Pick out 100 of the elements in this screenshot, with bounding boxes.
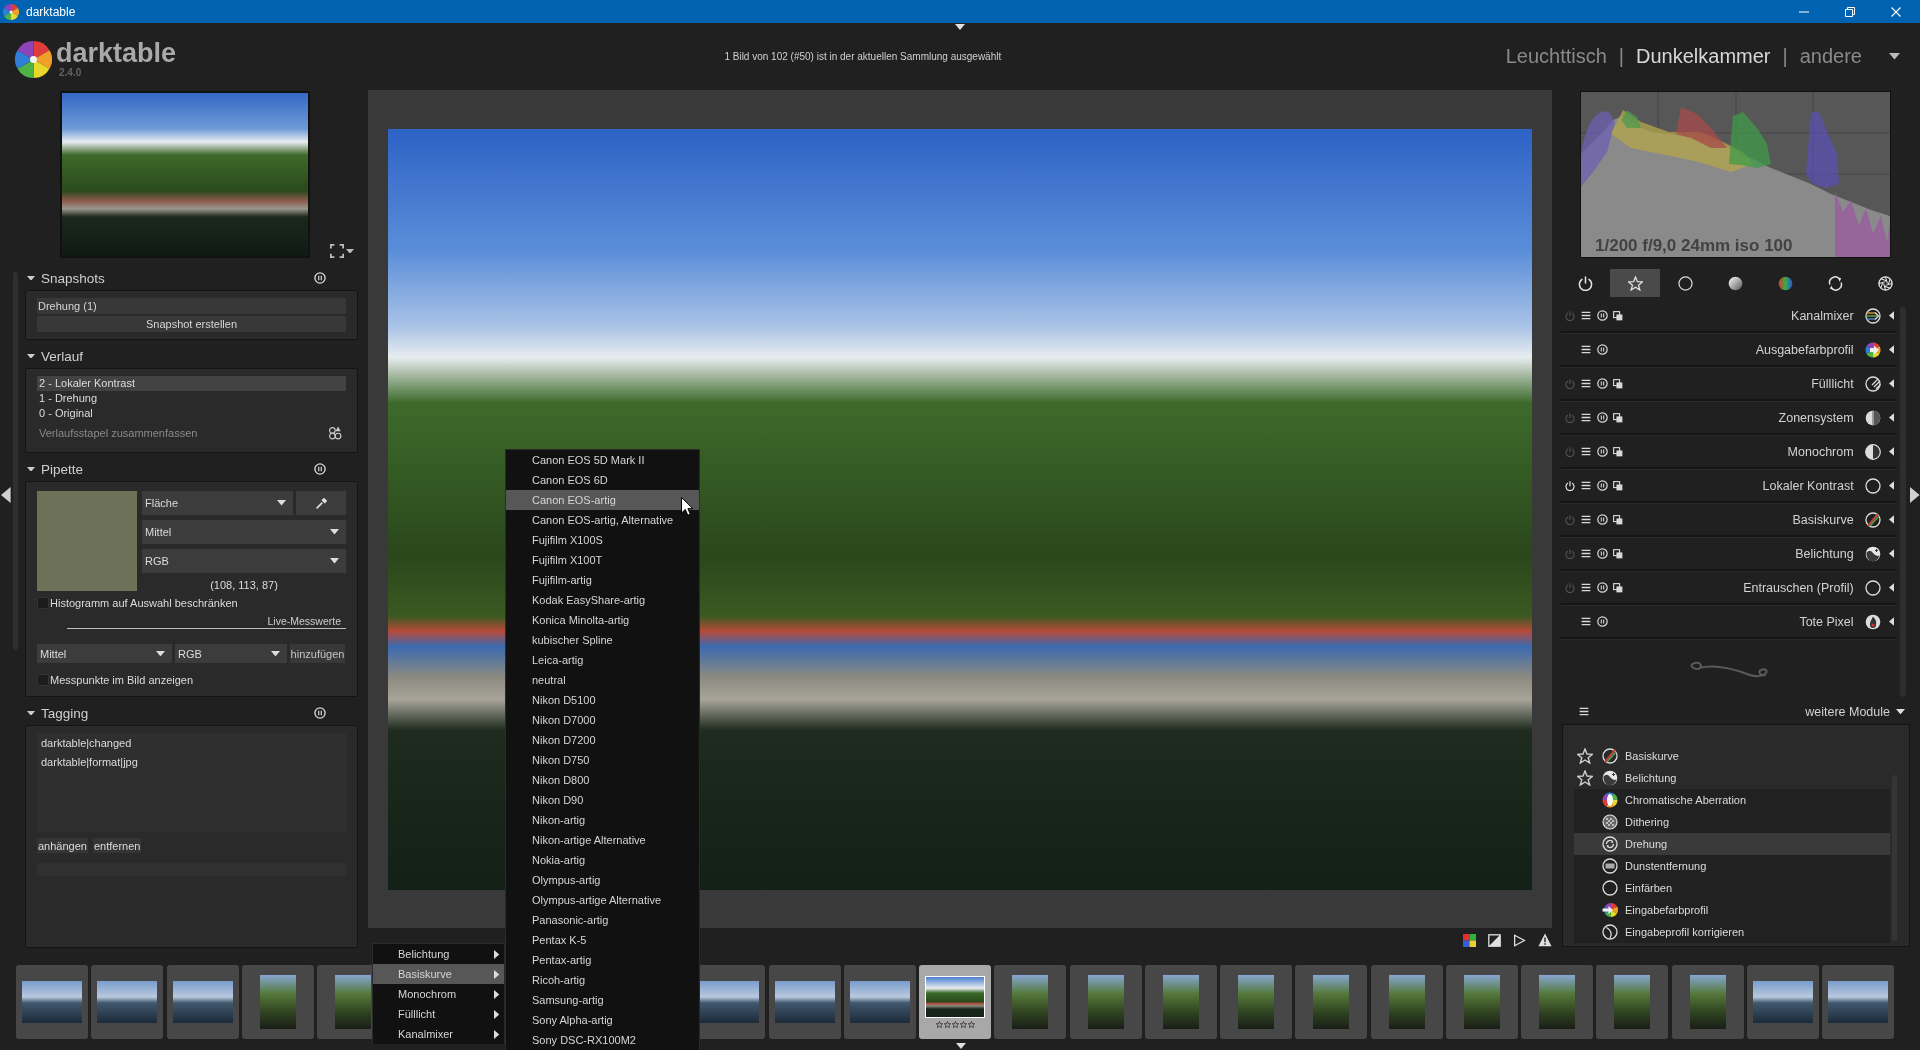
menu-icon[interactable]: [1581, 617, 1591, 626]
thumbnail[interactable]: [1295, 965, 1368, 1039]
circle-bars-icon[interactable]: [314, 272, 326, 284]
module-list-item[interactable]: Eingabeprofil korrigieren: [1574, 921, 1890, 943]
circle-bars-icon[interactable]: [1596, 616, 1608, 627]
menu-item[interactable]: Belichtung: [373, 944, 504, 964]
circles-icon[interactable]: [328, 426, 342, 440]
thumbnail[interactable]: [1746, 965, 1819, 1039]
triangle-outline-icon[interactable]: [1513, 933, 1526, 947]
module-list-item[interactable]: Belichtung: [1574, 767, 1890, 789]
thumbnail[interactable]: [1370, 965, 1443, 1039]
circle-bars-icon[interactable]: [314, 463, 326, 475]
menu-item[interactable]: Nikon D750: [506, 750, 699, 770]
caret-down-icon[interactable]: [271, 650, 280, 657]
expander-icon[interactable]: [27, 466, 35, 472]
module-title[interactable]: Zonensystem: [1778, 410, 1854, 425]
menu-item[interactable]: Samsung-artig: [506, 990, 699, 1010]
tag-action-button[interactable]: entfernen: [92, 838, 142, 853]
star-icon[interactable]: [943, 1021, 951, 1028]
menu-item[interactable]: Kodak EasyShare-artig: [506, 590, 699, 610]
menu-item[interactable]: Pentax-artig: [506, 950, 699, 970]
compress-button[interactable]: Verlaufsstapel zusammenfassen: [39, 427, 198, 439]
left-triangle-icon[interactable]: [1888, 311, 1894, 320]
menu-item[interactable]: Nikon-artig: [506, 810, 699, 830]
expander-icon[interactable]: [27, 710, 35, 716]
thumbnail[interactable]: [1822, 965, 1894, 1039]
module-list-item[interactable]: Dunstentfernung: [1574, 855, 1890, 877]
module-list-item[interactable]: Dithering: [1574, 811, 1890, 833]
right-triangle-icon[interactable]: [1910, 487, 1920, 503]
thumbnail[interactable]: [1596, 965, 1669, 1039]
left-triangle-icon[interactable]: [1888, 617, 1894, 626]
down-triangle-icon[interactable]: [955, 24, 965, 30]
view-tab[interactable]: Leuchttisch: [1505, 45, 1607, 68]
down-triangle-icon[interactable]: [956, 1043, 966, 1049]
module-title[interactable]: Monochrom: [1787, 444, 1854, 459]
color-grid-icon[interactable]: [1463, 933, 1476, 947]
circle-bars-icon[interactable]: [1596, 412, 1608, 423]
menu-icon[interactable]: [1581, 413, 1591, 422]
left-triangle-icon[interactable]: [1888, 583, 1894, 592]
circle-bars-icon[interactable]: [1596, 548, 1608, 559]
thumbnail[interactable]: [919, 965, 991, 1039]
menu-icon[interactable]: [1581, 379, 1591, 388]
thumbnail[interactable]: [16, 965, 88, 1039]
color-model-dropdown[interactable]: RGB: [142, 549, 346, 573]
menu-item[interactable]: Canon EOS-artig, Alternative: [506, 510, 699, 530]
thumbnail[interactable]: [843, 965, 916, 1039]
checkbox-label[interactable]: Histogramm auf Auswahl beschränken: [50, 597, 238, 609]
expander-icon[interactable]: [27, 275, 35, 281]
thumbnail[interactable]: [1445, 965, 1518, 1039]
menu-item[interactable]: Basiskurve: [373, 964, 504, 984]
thumbnail[interactable]: [166, 965, 239, 1039]
section-title[interactable]: Tagging: [41, 705, 89, 721]
menu-item[interactable]: Fujifilm X100S: [506, 530, 699, 550]
circle-bars-icon[interactable]: [1596, 344, 1608, 355]
left-triangle-icon[interactable]: [1, 487, 11, 503]
thumbnail[interactable]: [91, 965, 164, 1039]
menu-item[interactable]: Olympus-artige Alternative: [506, 890, 699, 910]
module-list-item[interactable]: Eingabefarbprofil: [1574, 899, 1890, 921]
view-tab[interactable]: andere: [1799, 45, 1862, 68]
menu-icon[interactable]: [1581, 311, 1591, 320]
thumbnail[interactable]: [1671, 965, 1744, 1039]
statistic-dropdown[interactable]: Mittel: [142, 520, 346, 544]
thumbnail[interactable]: [1144, 965, 1217, 1039]
menu-item[interactable]: Canon EOS 5D Mark II: [506, 450, 699, 470]
module-list-item[interactable]: Chromatische Aberration: [1574, 789, 1890, 811]
thumbnail[interactable]: [994, 965, 1067, 1039]
thumbnail[interactable]: [241, 965, 314, 1039]
section-title[interactable]: Pipette: [41, 461, 84, 477]
circle-bars-icon[interactable]: [1596, 310, 1608, 321]
star-icon[interactable]: [935, 1021, 943, 1028]
menu-item[interactable]: Monochrom: [373, 984, 504, 1004]
overlapping-squares-icon[interactable]: [1613, 446, 1623, 457]
thumbnail[interactable]: [768, 965, 841, 1039]
thumbnail[interactable]: [1220, 965, 1292, 1039]
snapshot-item[interactable]: Drehung (1): [37, 298, 346, 314]
more-modules-label[interactable]: weitere Module: [1805, 704, 1890, 719]
tag-item[interactable]: darktable|changed: [41, 736, 342, 751]
view-tab[interactable]: Dunkelkammer: [1636, 45, 1771, 68]
menu-item[interactable]: Pentax K-5: [506, 930, 699, 950]
tag-item[interactable]: darktable|format|jpg: [41, 755, 342, 770]
caret-down-icon[interactable]: [330, 558, 339, 564]
star-icon[interactable]: [967, 1021, 975, 1028]
minimize-icon[interactable]: [1799, 10, 1809, 13]
module-group-tab[interactable]: [1610, 269, 1660, 297]
overlapping-squares-icon[interactable]: [1613, 412, 1623, 423]
snapshot-button[interactable]: Snapshot erstellen: [37, 316, 346, 332]
star-icon[interactable]: [951, 1021, 959, 1028]
menu-item[interactable]: Sony DSC-RX100M2: [506, 1030, 699, 1050]
caret-down-icon[interactable]: [330, 529, 339, 535]
expand-icon[interactable]: [330, 244, 344, 258]
overlapping-squares-icon[interactable]: [1613, 310, 1623, 321]
overlapping-squares-icon[interactable]: [1613, 582, 1623, 593]
overlapping-squares-icon[interactable]: [1613, 378, 1623, 389]
checkbox-label[interactable]: Messpunkte im Bild anzeigen: [50, 674, 194, 686]
menu-item[interactable]: Konica Minolta-artig: [506, 610, 699, 630]
module-title[interactable]: Belichtung: [1795, 546, 1854, 561]
menu-item[interactable]: kubischer Spline: [506, 630, 699, 650]
caret-down-icon[interactable]: [277, 500, 286, 506]
thumbnail[interactable]: [1521, 965, 1593, 1039]
circle-bars-icon[interactable]: [1596, 446, 1608, 457]
